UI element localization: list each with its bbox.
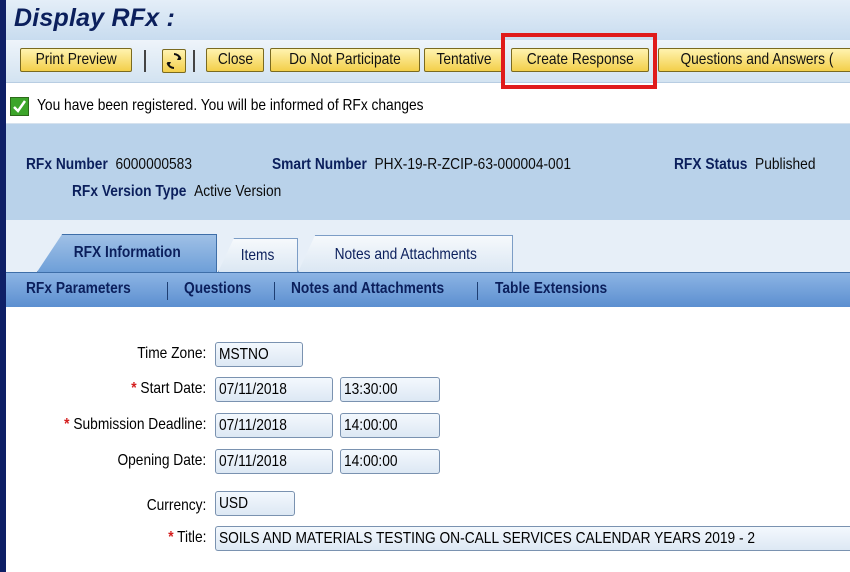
print-preview-button[interactable]: Print Preview (20, 48, 132, 72)
submission-deadline-time-field[interactable]: 14:00:00 (340, 413, 440, 438)
rfx-number: RFx Number 6000000583 (26, 156, 192, 173)
subnav-separator (477, 282, 478, 300)
currency-field[interactable]: USD (215, 491, 295, 516)
start-date-label: * Start Date: (131, 380, 206, 397)
title-label: * Title: (167, 529, 206, 546)
toolbar-separator (144, 50, 146, 72)
close-button[interactable]: Close (206, 48, 264, 72)
subtab-questions[interactable]: Questions (184, 280, 251, 298)
subnav-separator (167, 282, 168, 300)
start-date-field[interactable]: 07/11/2018 (215, 377, 333, 402)
page-title: Display RFx : (14, 4, 175, 32)
subtab-rfx-parameters[interactable]: RFx Parameters (26, 280, 131, 298)
message-text: You have been registered. You will be in… (37, 97, 424, 114)
toolbar-separator (193, 50, 195, 72)
title-field[interactable]: SOILS AND MATERIALS TESTING ON-CALL SERV… (215, 526, 850, 551)
title-bar: Display RFx : (6, 0, 850, 40)
rfx-status: RFX Status Published (674, 156, 816, 173)
rfx-header: RFx Number 6000000583 Smart Number PHX-1… (6, 124, 850, 220)
tab-rfx-information[interactable]: RFX Information (37, 234, 217, 272)
smart-number: Smart Number PHX-19-R-ZCIP-63-000004-001 (272, 156, 572, 173)
opening-time-field[interactable]: 14:00:00 (340, 449, 440, 474)
tab-notes-and-attachments[interactable]: Notes and Attachments (298, 235, 513, 272)
questions-and-answers-button[interactable]: Questions and Answers ( (658, 48, 850, 72)
time-zone-field[interactable]: MSTNO (215, 342, 303, 367)
time-zone-label: Time Zone: (136, 345, 206, 362)
sub-navigation: RFx Parameters Questions Notes and Attac… (6, 272, 850, 307)
refresh-icon (166, 53, 182, 69)
subtab-table-extensions[interactable]: Table Extensions (495, 280, 607, 298)
currency-label: Currency: (146, 497, 206, 514)
tentative-button[interactable]: Tentative (424, 48, 504, 72)
subnav-separator (274, 282, 275, 300)
opening-date-field[interactable]: 07/11/2018 (215, 449, 333, 474)
opening-date-label: Opening Date: (117, 452, 206, 469)
subtab-notes-and-attachments[interactable]: Notes and Attachments (291, 280, 444, 298)
submission-deadline-date-field[interactable]: 07/11/2018 (215, 413, 333, 438)
refresh-button[interactable] (162, 49, 186, 73)
create-response-highlight (501, 33, 657, 89)
start-time-field[interactable]: 13:30:00 (340, 377, 440, 402)
sap-window: Display RFx : Print Preview Close Do Not… (0, 0, 850, 572)
toolbar: Print Preview Close Do Not Participate T… (6, 40, 850, 83)
success-check-icon (10, 97, 29, 116)
submission-deadline-label: * Submission Deadline: (63, 416, 206, 433)
do-not-participate-button[interactable]: Do Not Participate (270, 48, 420, 72)
rfx-parameters-panel: Time Zone: MSTNO * Start Date: 07/11/201… (6, 307, 850, 572)
rfx-version-type: RFx Version Type Active Version (72, 183, 282, 200)
message-bar: You have been registered. You will be in… (6, 90, 850, 124)
